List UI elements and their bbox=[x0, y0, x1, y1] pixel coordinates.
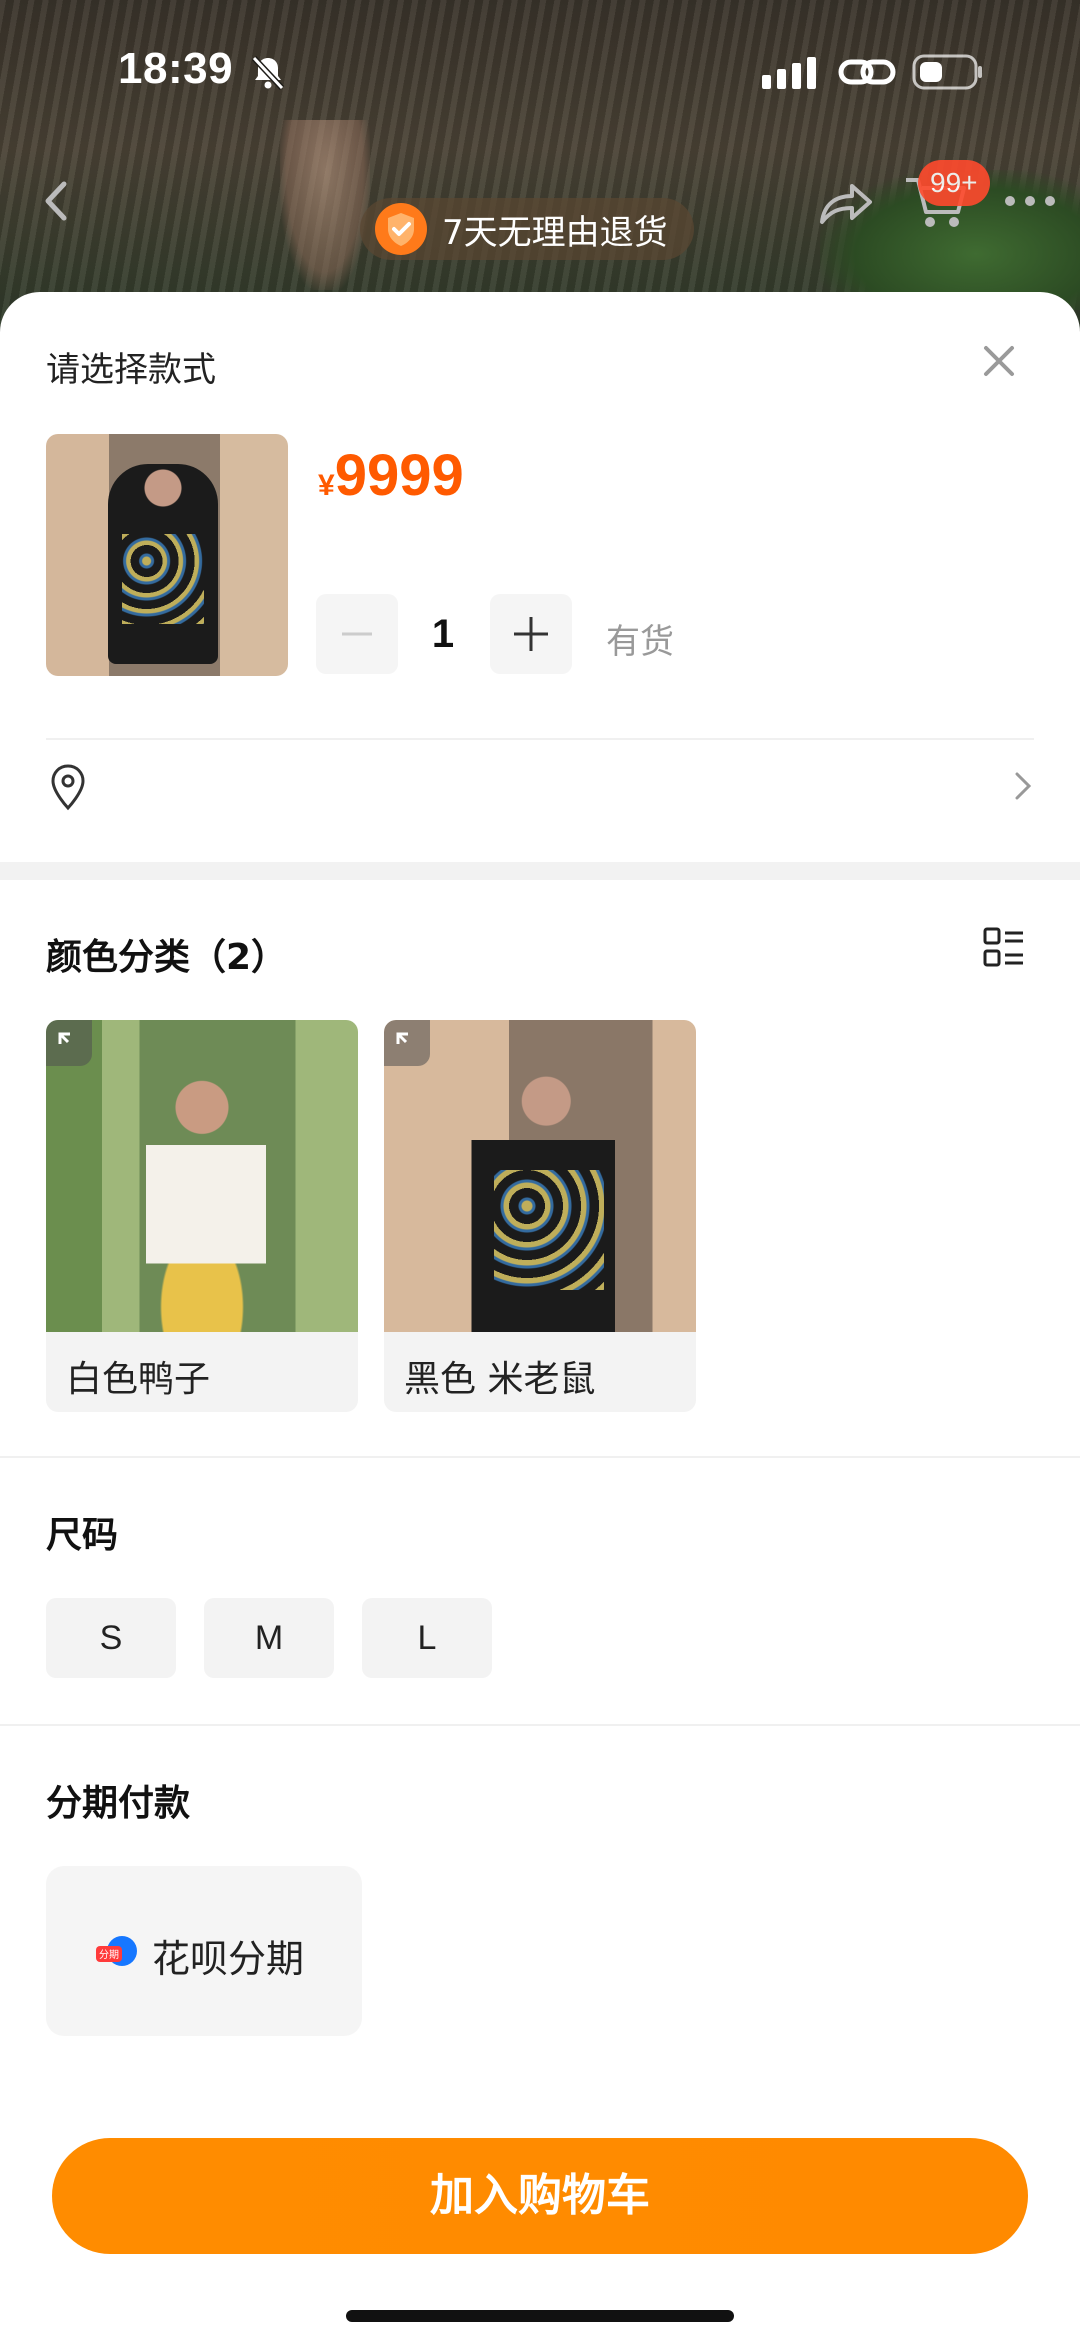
sku-selection-sheet: 请选择款式 ¥9999 1 有货 6201 bbox=[0, 292, 1080, 2340]
price: ¥9999 bbox=[318, 442, 464, 509]
return-policy-badge: 7天无理由退货 bbox=[360, 198, 694, 260]
chevron-right-icon bbox=[1015, 772, 1032, 800]
size-option-s[interactable]: S bbox=[46, 1598, 176, 1678]
plus-icon bbox=[514, 617, 548, 651]
return-policy-text: 7天无理由退货 bbox=[442, 212, 668, 253]
price-currency: ¥ bbox=[318, 469, 335, 502]
svg-text:分期: 分期 bbox=[99, 1949, 119, 1961]
stock-status: 有货 bbox=[606, 622, 674, 662]
color-option-image bbox=[384, 1020, 696, 1332]
add-to-cart-button[interactable]: 加入购物车 bbox=[52, 2138, 1028, 2254]
location-pin-icon bbox=[51, 764, 85, 811]
color-option-label: 白色鸭子 bbox=[66, 1359, 211, 1400]
cart-count-badge: 99+ bbox=[918, 160, 990, 206]
divider bbox=[0, 1456, 1080, 1458]
quantity-decrease-button[interactable] bbox=[316, 594, 398, 674]
divider bbox=[0, 1724, 1080, 1726]
minus-icon bbox=[342, 632, 372, 636]
size-option-l[interactable]: L bbox=[362, 1598, 492, 1678]
installment-section-title: 分期付款 bbox=[46, 1783, 191, 1824]
quantity-increase-button[interactable] bbox=[490, 594, 572, 674]
cellular-signal-icon bbox=[762, 57, 816, 89]
status-bar: 18:39 bbox=[0, 0, 1080, 140]
color-option-white-duck[interactable]: 白色鸭子 bbox=[46, 1020, 358, 1412]
more-icon[interactable] bbox=[998, 176, 1068, 226]
share-icon[interactable] bbox=[808, 172, 880, 236]
price-value: 9999 bbox=[334, 443, 464, 508]
huabei-installment-option[interactable]: 分期 花呗分期 bbox=[46, 1866, 362, 2036]
quantity-value[interactable]: 1 bbox=[398, 594, 488, 674]
expand-icon[interactable] bbox=[384, 1020, 430, 1066]
back-icon[interactable] bbox=[36, 176, 76, 226]
selected-product-thumbnail[interactable] bbox=[46, 434, 288, 676]
close-icon[interactable] bbox=[976, 338, 1022, 384]
thumbnail-figure bbox=[108, 464, 218, 664]
backdrop-person bbox=[280, 120, 370, 290]
size-section-title: 尺码 bbox=[46, 1515, 119, 1556]
battery-icon bbox=[912, 54, 982, 90]
section-separator bbox=[0, 862, 1080, 880]
list-view-icon[interactable] bbox=[982, 926, 1026, 970]
shield-check-icon bbox=[375, 203, 427, 255]
size-option-m[interactable]: M bbox=[204, 1598, 334, 1678]
link-icon bbox=[838, 59, 896, 85]
color-option-image bbox=[46, 1020, 358, 1332]
home-indicator[interactable] bbox=[346, 2310, 734, 2322]
delivery-address-row[interactable]: 6201 bbox=[0, 732, 1080, 842]
sheet-title: 请选择款式 bbox=[46, 350, 216, 390]
bell-off-icon bbox=[251, 55, 285, 91]
huabei-option-label: 花呗分期 bbox=[152, 1937, 305, 1981]
color-section-title: 颜色分类（2） bbox=[46, 937, 288, 978]
status-time: 18:39 bbox=[118, 44, 234, 93]
color-option-label: 黑色 米老鼠 bbox=[404, 1359, 596, 1400]
huabei-logo-icon: 分期 bbox=[96, 1936, 137, 1966]
color-option-black-mickey[interactable]: 黑色 米老鼠 bbox=[384, 1020, 696, 1412]
expand-icon[interactable] bbox=[46, 1020, 92, 1066]
